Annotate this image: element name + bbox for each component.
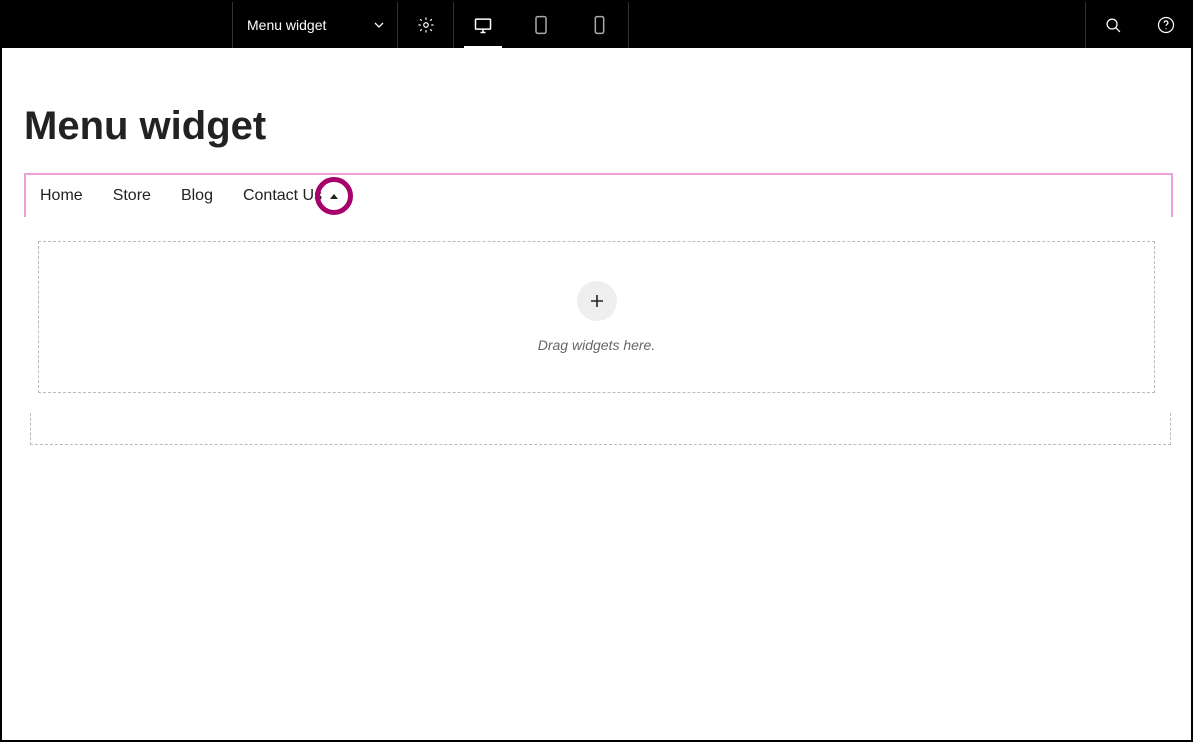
menu-item-label: Contact Us: [243, 187, 322, 205]
menu-item-blog[interactable]: Blog: [181, 187, 213, 205]
dropzone-hint: Drag widgets here.: [538, 337, 656, 353]
topbar: Menu widget: [2, 2, 1191, 48]
tablet-icon: [533, 15, 549, 35]
menu-widget-selected[interactable]: Home Store Blog Contact Us: [24, 173, 1173, 217]
widget-dropzone[interactable]: Drag widgets here.: [38, 241, 1155, 393]
page-title: Menu widget: [2, 48, 1191, 173]
gear-icon: [417, 16, 435, 34]
secondary-dropzone[interactable]: [30, 413, 1171, 445]
device-preview-group: [454, 2, 629, 48]
mobile-icon: [593, 15, 606, 35]
add-widget-button[interactable]: [577, 281, 617, 321]
device-desktop-button[interactable]: [454, 2, 512, 48]
search-icon: [1105, 17, 1122, 34]
desktop-icon: [473, 16, 493, 34]
topbar-flex-spacer: [629, 2, 1085, 48]
menu-item-label: Blog: [181, 187, 213, 205]
plus-icon: [589, 293, 605, 309]
help-icon: [1157, 16, 1175, 34]
device-tablet-button[interactable]: [512, 2, 570, 48]
device-mobile-button[interactable]: [570, 2, 628, 48]
topbar-spacer: [2, 2, 232, 48]
topbar-right: [1085, 2, 1191, 48]
editor-canvas: Menu widget Home Store Blog Contact Us: [2, 48, 1191, 445]
menu-item-contact-us[interactable]: Contact Us: [243, 187, 340, 205]
menu-item-label: Store: [113, 187, 151, 205]
search-button[interactable]: [1086, 2, 1141, 48]
settings-button[interactable]: [398, 2, 453, 48]
chevron-down-icon: [373, 19, 385, 31]
menu-bar: Home Store Blog Contact Us: [26, 175, 1171, 217]
caret-up-icon: [328, 191, 340, 201]
page-selector-dropdown[interactable]: Menu widget: [232, 2, 398, 48]
menu-item-store[interactable]: Store: [113, 187, 151, 205]
menu-item-label: Home: [40, 187, 83, 205]
page-selector-label: Menu widget: [245, 17, 363, 33]
help-button[interactable]: [1141, 2, 1191, 48]
menu-item-home[interactable]: Home: [40, 187, 83, 205]
